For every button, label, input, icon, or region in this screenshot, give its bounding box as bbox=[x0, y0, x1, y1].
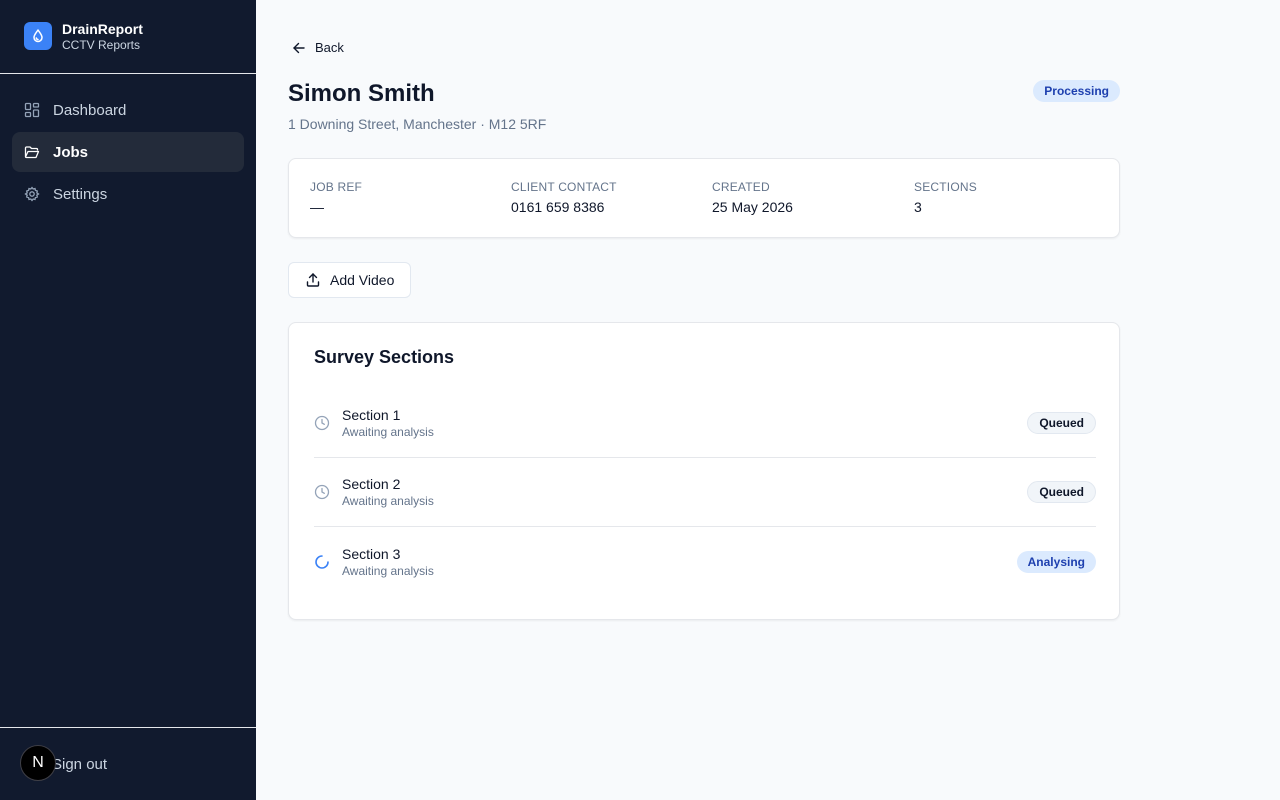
sidebar-item-label: Settings bbox=[53, 185, 108, 203]
dashboard-icon bbox=[24, 102, 40, 118]
spinner-icon bbox=[314, 554, 330, 570]
brand-subtitle: CCTV Reports bbox=[62, 37, 141, 52]
sidebar-item-dashboard[interactable]: Dashboard bbox=[12, 90, 244, 130]
queued-badge: Queued bbox=[1027, 481, 1096, 503]
avatar[interactable]: N bbox=[20, 745, 56, 781]
section-status-text: Awaiting analysis bbox=[342, 563, 434, 578]
brand-name: DrainReport bbox=[62, 20, 143, 37]
sidebar-item-jobs[interactable]: Jobs bbox=[12, 132, 244, 172]
info-client-contact: CLIENT CONTACT 0161 659 8386 bbox=[511, 180, 617, 215]
sidebar-item-label: Dashboard bbox=[53, 101, 127, 119]
survey-sections-card: Survey Sections Section 1 Awaiting analy… bbox=[288, 322, 1120, 620]
brand[interactable]: DrainReport CCTV Reports bbox=[0, 0, 256, 74]
info-value: 0161 659 8386 bbox=[511, 199, 605, 215]
queued-badge: Queued bbox=[1027, 412, 1096, 434]
status-badge: Processing bbox=[1033, 80, 1120, 102]
analysing-badge: Analysing bbox=[1016, 550, 1096, 573]
info-sections: SECTIONS 3 bbox=[914, 180, 977, 215]
droplet-icon bbox=[24, 22, 52, 50]
info-label: SECTIONS bbox=[914, 180, 977, 194]
sidebar: DrainReport CCTV Reports Dashboard Jobs bbox=[0, 0, 256, 800]
section-status-text: Awaiting analysis bbox=[342, 494, 434, 508]
add-video-label: Add Video bbox=[330, 272, 395, 288]
clock-icon bbox=[314, 484, 330, 500]
back-button[interactable]: Back bbox=[292, 40, 344, 55]
job-info-card: JOB REF — CLIENT CONTACT 0161 659 8386 C… bbox=[288, 158, 1120, 238]
section-name: Section 1 bbox=[342, 407, 401, 423]
section-row[interactable]: Section 3 Awaiting analysis Analysing bbox=[314, 527, 1096, 596]
info-job-ref: JOB REF — bbox=[310, 180, 362, 215]
arrow-left-icon bbox=[293, 42, 305, 53]
page-title: Simon Smith bbox=[288, 80, 435, 107]
section-status-text: Awaiting analysis bbox=[342, 425, 434, 439]
section-row[interactable]: Section 1 Awaiting analysis Queued bbox=[314, 389, 1096, 458]
section-row[interactable]: Section 2 Awaiting analysis Queued bbox=[314, 458, 1096, 527]
clock-icon bbox=[314, 415, 330, 431]
gear-icon bbox=[24, 186, 40, 202]
info-created: CREATED 25 May 2026 bbox=[712, 180, 793, 215]
info-label: CREATED bbox=[712, 180, 770, 194]
info-value: — bbox=[310, 199, 324, 215]
back-label: Back bbox=[315, 40, 344, 55]
folder-icon bbox=[24, 146, 40, 159]
section-name: Section 3 bbox=[342, 545, 401, 562]
sidebar-footer: Sign out N bbox=[0, 727, 256, 800]
sidebar-nav: Dashboard Jobs Settings bbox=[0, 74, 256, 214]
sidebar-item-settings[interactable]: Settings bbox=[12, 174, 244, 214]
info-label: JOB REF bbox=[310, 180, 363, 194]
info-value: 25 May 2026 bbox=[712, 199, 793, 215]
info-value: 3 bbox=[914, 199, 922, 215]
sign-out-link[interactable]: Sign out bbox=[52, 756, 107, 773]
section-name: Section 2 bbox=[342, 476, 401, 492]
sidebar-item-label: Jobs bbox=[53, 143, 89, 161]
sections-title: Survey Sections bbox=[314, 347, 455, 367]
upload-icon bbox=[306, 273, 320, 287]
info-label: CLIENT CONTACT bbox=[511, 180, 617, 194]
add-video-button[interactable]: Add Video bbox=[288, 262, 412, 298]
job-address: 1 Downing Street, Manchester · M12 5RF bbox=[288, 116, 547, 132]
